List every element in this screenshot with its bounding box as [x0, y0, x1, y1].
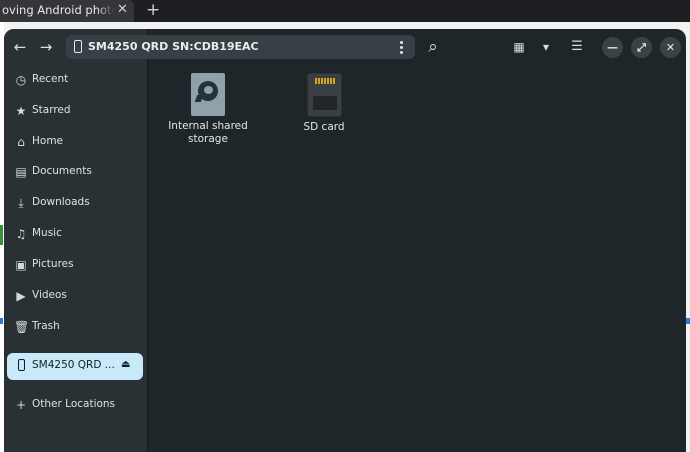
sidebar-item-trash[interactable]: 🗑 Trash [7, 314, 143, 341]
sidebar-item-label: Documents [32, 165, 92, 177]
sidebar-item-pictures[interactable]: ▣ Pictures [7, 252, 143, 279]
forward-button[interactable]: → [34, 35, 58, 59]
path-label: SM4250 QRD SN:CDB19EAC [88, 40, 259, 53]
plus-icon: + [15, 398, 27, 412]
browser-tab-title: oving Android photos to [2, 3, 114, 17]
file-item-label: Internal shared storage [168, 120, 248, 145]
sidebar-item-documents[interactable]: ▤ Documents [7, 159, 143, 186]
minimize-button[interactable]: — [602, 37, 623, 58]
maximize-button[interactable]: ⤢ [631, 37, 652, 58]
sidebar-item-label: SM4250 QRD ... [32, 359, 115, 371]
file-item-sd-card[interactable]: SD card [279, 73, 369, 134]
sidebar-item-label: Downloads [32, 196, 90, 208]
home-icon: ⌂ [17, 135, 25, 149]
sidebar-item-music[interactable]: ♫ Music [7, 221, 143, 248]
download-icon: ⤓ [18, 196, 24, 210]
sidebar-item-label: Other Locations [32, 398, 116, 410]
sidebar-item-recent[interactable]: ◷ Recent [7, 67, 143, 94]
trash-icon: 🗑 [14, 320, 30, 334]
eject-icon[interactable]: ⏏ [121, 359, 130, 370]
path-menu-icon[interactable] [395, 38, 409, 56]
sidebar-item-label: Trash [32, 320, 60, 332]
view-options-dropdown[interactable]: ▾ [534, 35, 558, 59]
close-tab-icon[interactable]: ✕ [117, 2, 128, 17]
video-icon: ▶ [16, 289, 26, 303]
path-bar[interactable]: SM4250 QRD SN:CDB19EAC [66, 35, 415, 59]
browser-tab[interactable]: oving Android photos to ✕ [0, 0, 134, 22]
picture-icon: ▣ [15, 258, 27, 272]
header-bar: ← → SM4250 QRD SN:CDB19EAC ⌕ ▦ ▾ ☰ — ⤢ ✕ [4, 29, 686, 64]
file-view: Internal shared storage SD card [148, 64, 686, 452]
sidebar-item-label: Videos [32, 289, 67, 301]
sidebar-item-home[interactable]: ⌂ Home [7, 129, 143, 156]
browser-tab-strip: oving Android photos to ✕ + [0, 0, 690, 22]
sidebar-item-other-locations[interactable]: + Other Locations [7, 392, 143, 419]
back-button[interactable]: ← [8, 35, 32, 59]
sidebar-item-downloads[interactable]: ⤓ Downloads [7, 190, 143, 217]
view-toggle-button[interactable]: ▦ [507, 35, 531, 59]
drive-icon [191, 73, 225, 116]
search-button[interactable]: ⌕ [421, 35, 445, 59]
file-item-internal-storage[interactable]: Internal shared storage [163, 73, 253, 146]
sidebar-item-label: Recent [32, 73, 69, 85]
close-window-button[interactable]: ✕ [660, 37, 681, 58]
sd-card-icon [306, 73, 342, 117]
sidebar-item-videos[interactable]: ▶ Videos [7, 283, 143, 310]
star-icon: ★ [15, 104, 27, 118]
sidebar-item-starred[interactable]: ★ Starred [7, 98, 143, 125]
background-page-accent [686, 318, 690, 324]
music-icon: ♫ [15, 227, 27, 241]
background-page-accent [0, 225, 3, 245]
new-tab-button[interactable]: + [146, 0, 160, 20]
sidebar-item-label: Music [32, 227, 62, 239]
sidebar-item-label: Starred [32, 104, 71, 116]
document-icon: ▤ [15, 165, 27, 179]
file-item-label: SD card [303, 121, 345, 133]
main-menu-button[interactable]: ☰ [565, 35, 589, 59]
phone-icon [14, 359, 28, 373]
screen: oving Android photos to ✕ + ◷ Recent ★ S… [0, 0, 690, 452]
sidebar-item-label: Pictures [32, 258, 74, 270]
file-manager-window: ◷ Recent ★ Starred ⌂ Home ▤ Documents ⤓ … [4, 29, 686, 452]
sidebar-item-device[interactable]: SM4250 QRD ... ⏏ [7, 353, 143, 380]
background-page-accent [0, 318, 3, 324]
sidebar: ◷ Recent ★ Starred ⌂ Home ▤ Documents ⤓ … [4, 29, 148, 452]
sidebar-item-label: Home [32, 135, 64, 147]
phone-icon [74, 40, 82, 53]
clock-icon: ◷ [15, 73, 27, 87]
